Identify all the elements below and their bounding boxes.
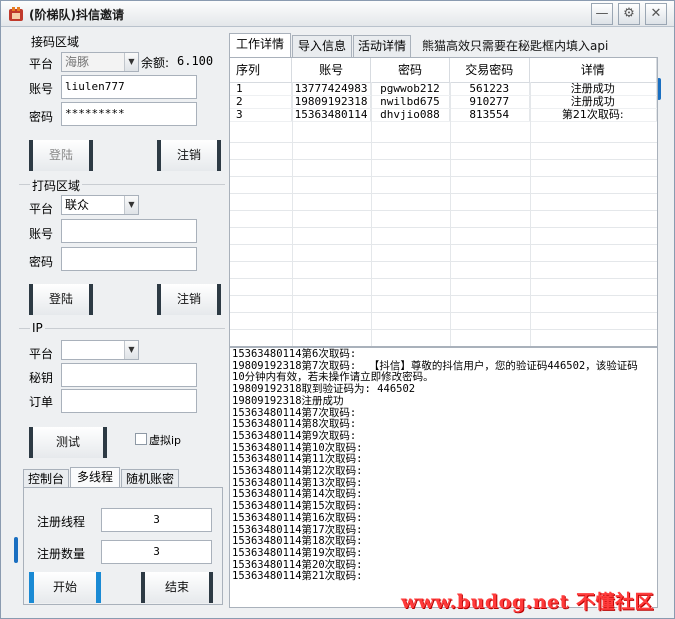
ip-order-input[interactable] xyxy=(61,389,197,413)
receive-section-title: 接码区域 xyxy=(29,33,82,50)
ip-test-button[interactable]: 测试 xyxy=(29,427,107,458)
table-row[interactable]: 1 13777424983 pgwwob212 561223 注册成功 xyxy=(230,82,657,96)
cell-details: 注册成功 xyxy=(529,95,657,109)
cell-details: 第21次取码: xyxy=(529,108,657,122)
cell-index: 1 xyxy=(230,82,293,96)
stop-button[interactable]: 结束 xyxy=(141,572,213,603)
tab-activity-details[interactable]: 活动详情 xyxy=(353,35,411,57)
receive-account-label: 账号 xyxy=(29,82,54,96)
start-button[interactable]: 开始 xyxy=(29,572,101,603)
cell-password: pgwwob212 xyxy=(370,82,450,96)
receive-password-label: 密码 xyxy=(29,110,54,124)
balance-label: 余额: xyxy=(141,56,170,70)
col-header-index[interactable]: 序列 xyxy=(230,58,293,83)
col-header-details[interactable]: 详情 xyxy=(529,58,657,83)
tab-import-info[interactable]: 导入信息 xyxy=(292,35,352,57)
balance-value: 6.100 xyxy=(177,54,214,68)
receive-login-button[interactable]: 登陆 xyxy=(29,140,93,171)
chevron-down-icon[interactable]: ▼ xyxy=(124,196,138,214)
chevron-down-icon[interactable]: ▼ xyxy=(124,341,138,359)
tab-work-details[interactable]: 工作详情 xyxy=(229,33,291,57)
table-header-row: 序列 账号 密码 交易密码 详情 xyxy=(230,58,657,83)
api-hint: 熊猫高效只需要在秘匙框内填入api xyxy=(422,39,609,53)
cell-details: 注册成功 xyxy=(529,82,657,96)
captcha-login-button[interactable]: 登陆 xyxy=(29,284,93,315)
captcha-password-input[interactable] xyxy=(61,247,197,271)
captcha-account-input[interactable] xyxy=(61,219,197,243)
cell-password: dhvjio088 xyxy=(370,108,450,122)
receive-platform-value: 海豚 xyxy=(65,55,90,69)
cell-password: nwilbd675 xyxy=(370,95,450,109)
table-row[interactable]: 3 15363480114 dhvjio088 813554 第21次取码: xyxy=(230,108,657,122)
col-header-account[interactable]: 账号 xyxy=(291,58,372,83)
threads-label: 注册线程 xyxy=(37,515,86,529)
work-table[interactable]: 序列 账号 密码 交易密码 详情 1 13777424983 pgwwob212… xyxy=(229,57,658,347)
cell-trade-password: 910277 xyxy=(449,95,530,109)
log-output[interactable]: 15363480114第6次取码: 19809192318第7次取码: 【抖信】… xyxy=(229,347,658,608)
site-watermark: www.budog.net 不懂社区 xyxy=(401,591,655,613)
ip-secret-input[interactable] xyxy=(61,363,197,387)
count-input[interactable]: 3 xyxy=(101,540,212,564)
cell-account: 13777424983 xyxy=(291,82,372,96)
captcha-logout-button[interactable]: 注销 xyxy=(157,284,221,315)
col-header-password[interactable]: 密码 xyxy=(370,58,450,83)
ip-secret-label: 秘钥 xyxy=(29,371,54,385)
cell-account: 15363480114 xyxy=(291,108,372,122)
right-panel: 工作详情 导入信息 活动详情 熊猫高效只需要在秘匙框内填入api 序列 账号 密… xyxy=(229,33,658,608)
window-title: (阶梯队)抖信邀请 xyxy=(29,8,124,22)
cell-trade-password: 561223 xyxy=(449,82,530,96)
captcha-platform-label: 平台 xyxy=(29,202,54,216)
title-bar[interactable]: (阶梯队)抖信邀请 — ⚙ ✕ xyxy=(1,1,674,27)
cell-trade-password: 813554 xyxy=(449,108,530,122)
cell-account: 19809192318 xyxy=(291,95,372,109)
ip-section-title: IP xyxy=(30,321,45,335)
receive-platform-select[interactable]: 海豚 ▼ xyxy=(61,52,139,72)
receive-account-input[interactable]: liulen777 xyxy=(61,75,197,99)
captcha-platform-value: 联众 xyxy=(65,198,90,212)
cell-index: 3 xyxy=(230,108,293,122)
tab-random-credentials[interactable]: 随机账密 xyxy=(121,469,179,489)
ip-order-label: 订单 xyxy=(29,395,54,409)
virtual-ip-checkbox[interactable] xyxy=(135,433,147,445)
count-label: 注册数量 xyxy=(37,547,86,561)
minimize-button[interactable]: — xyxy=(591,3,613,25)
close-button[interactable]: ✕ xyxy=(645,3,667,25)
chevron-down-icon[interactable]: ▼ xyxy=(124,53,138,71)
ip-platform-select[interactable]: ▼ xyxy=(61,340,139,360)
app-icon xyxy=(9,7,23,21)
tab-multithread[interactable]: 多线程 xyxy=(70,467,120,489)
receive-password-input[interactable]: ********* xyxy=(61,102,197,126)
settings-button[interactable]: ⚙ xyxy=(618,3,640,25)
threads-input[interactable]: 3 xyxy=(101,508,212,532)
app-window: (阶梯队)抖信邀请 — ⚙ ✕ 接码区域 平台 海豚 ▼ 余额: 6.100 账… xyxy=(0,0,675,619)
table-row[interactable]: 2 19809192318 nwilbd675 910277 注册成功 xyxy=(230,95,657,109)
tab-console[interactable]: 控制台 xyxy=(23,469,69,489)
left-edge-accent xyxy=(14,537,18,563)
receive-platform-label: 平台 xyxy=(29,57,54,71)
captcha-platform-select[interactable]: 联众 ▼ xyxy=(61,195,139,215)
ip-platform-label: 平台 xyxy=(29,347,54,361)
col-header-trade-password[interactable]: 交易密码 xyxy=(449,58,530,83)
cell-index: 2 xyxy=(230,95,293,109)
captcha-account-label: 账号 xyxy=(29,227,54,241)
captcha-section-title: 打码区域 xyxy=(30,177,83,194)
virtual-ip-label: 虚拟ip xyxy=(149,434,182,447)
receive-logout-button[interactable]: 注销 xyxy=(157,140,221,171)
captcha-password-label: 密码 xyxy=(29,255,54,269)
